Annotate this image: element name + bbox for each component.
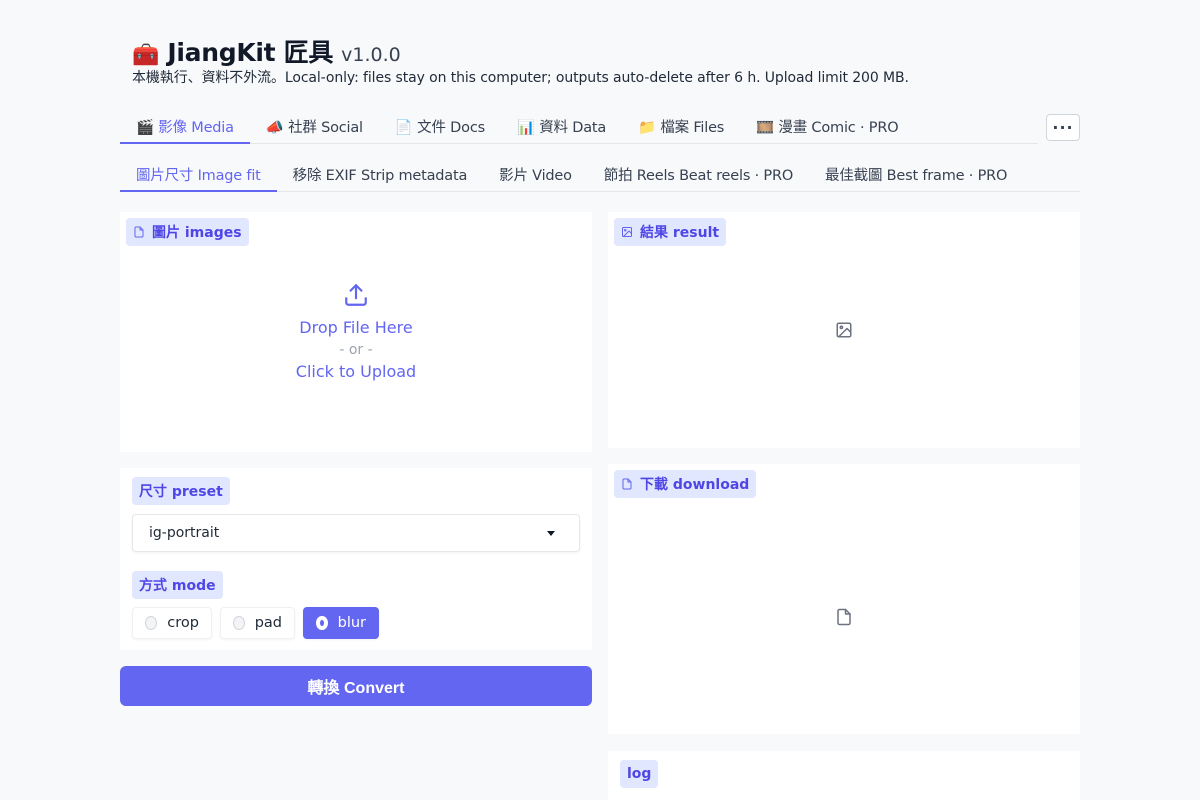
result-panel: 結果 result (608, 212, 1080, 448)
more-tabs-button[interactable]: ··· (1046, 114, 1080, 141)
download-panel: 下載 download (608, 464, 1080, 734)
sub-tabs: 圖片尺寸 Image fit 移除 EXIF Strip metadata 影片… (120, 160, 1080, 192)
toolbox-icon: 🧰 (132, 43, 160, 68)
app-subtitle: 本機執行、資料不外流。Local-only: files stay on thi… (132, 70, 909, 86)
preset-select[interactable]: ig-portrait (132, 514, 580, 552)
radio-dot (233, 616, 245, 630)
upload-dropzone[interactable]: Drop File Here - or - Click to Upload (120, 282, 592, 392)
radio-dot (145, 616, 158, 630)
subtab-video[interactable]: 影片 Video (483, 160, 588, 192)
images-label-text: 圖片 images (152, 225, 242, 241)
mode-option-pad[interactable]: pad (220, 607, 295, 639)
file-icon (622, 478, 632, 490)
tab-files[interactable]: 📁 檔案 Files (622, 112, 740, 144)
tab-comic[interactable]: 🎞️ 漫畫 Comic · PRO (740, 112, 914, 144)
app-version: v1.0.0 (341, 44, 401, 66)
download-label-text: 下載 download (640, 477, 750, 493)
drop-file-text: Drop File Here (299, 318, 413, 337)
mode-option-label: pad (254, 615, 282, 631)
mode-option-label: crop (167, 615, 199, 631)
preset-label: 尺寸 preset (132, 477, 230, 505)
chevron-down-icon (547, 530, 555, 536)
subtab-image-fit[interactable]: 圖片尺寸 Image fit (120, 160, 277, 192)
download-label: 下載 download (614, 470, 757, 498)
mode-option-label: blur (337, 615, 366, 631)
result-label: 結果 result (614, 218, 727, 246)
preset-select-value: ig-portrait (149, 525, 220, 541)
file-icon (134, 226, 144, 238)
or-text: - or - (339, 342, 373, 358)
main-tabs: 🎬 影像 Media 📣 社群 Social 📄 文件 Docs 📊 資料 Da… (120, 112, 1038, 144)
tab-data[interactable]: 📊 資料 Data (501, 112, 622, 144)
result-label-text: 結果 result (640, 225, 720, 241)
tab-social[interactable]: 📣 社群 Social (250, 112, 379, 144)
radio-dot-selected (316, 616, 328, 630)
app-title: 🧰 JiangKit 匠具 v1.0.0 (132, 33, 401, 68)
image-placeholder-icon (836, 322, 852, 338)
image-icon (622, 227, 632, 237)
subtab-best-frame[interactable]: 最佳截圖 Best frame · PRO (809, 160, 1023, 192)
upload-icon (345, 284, 367, 306)
subtab-strip-exif[interactable]: 移除 EXIF Strip metadata (277, 160, 484, 192)
log-panel: log (608, 751, 1080, 800)
click-to-upload-text: Click to Upload (295, 362, 417, 381)
file-placeholder-icon (837, 608, 851, 626)
app-name: JiangKit 匠具 (167, 38, 334, 67)
subtab-beat-reels[interactable]: 節拍 Reels Beat reels · PRO (588, 160, 809, 192)
images-panel: 圖片 images Drop File Here - or - Click to… (120, 212, 592, 452)
mode-label: 方式 mode (132, 571, 223, 599)
log-label: log (620, 760, 659, 788)
tab-media[interactable]: 🎬 影像 Media (120, 112, 250, 144)
convert-button[interactable]: 轉換 Convert (120, 666, 592, 706)
mode-option-blur[interactable]: blur (303, 607, 379, 639)
mode-option-crop[interactable]: crop (132, 607, 212, 639)
options-panel: 尺寸 preset ig-portrait 方式 mode crop pad b… (120, 468, 592, 650)
tab-docs[interactable]: 📄 文件 Docs (379, 112, 501, 144)
images-label: 圖片 images (126, 218, 249, 246)
